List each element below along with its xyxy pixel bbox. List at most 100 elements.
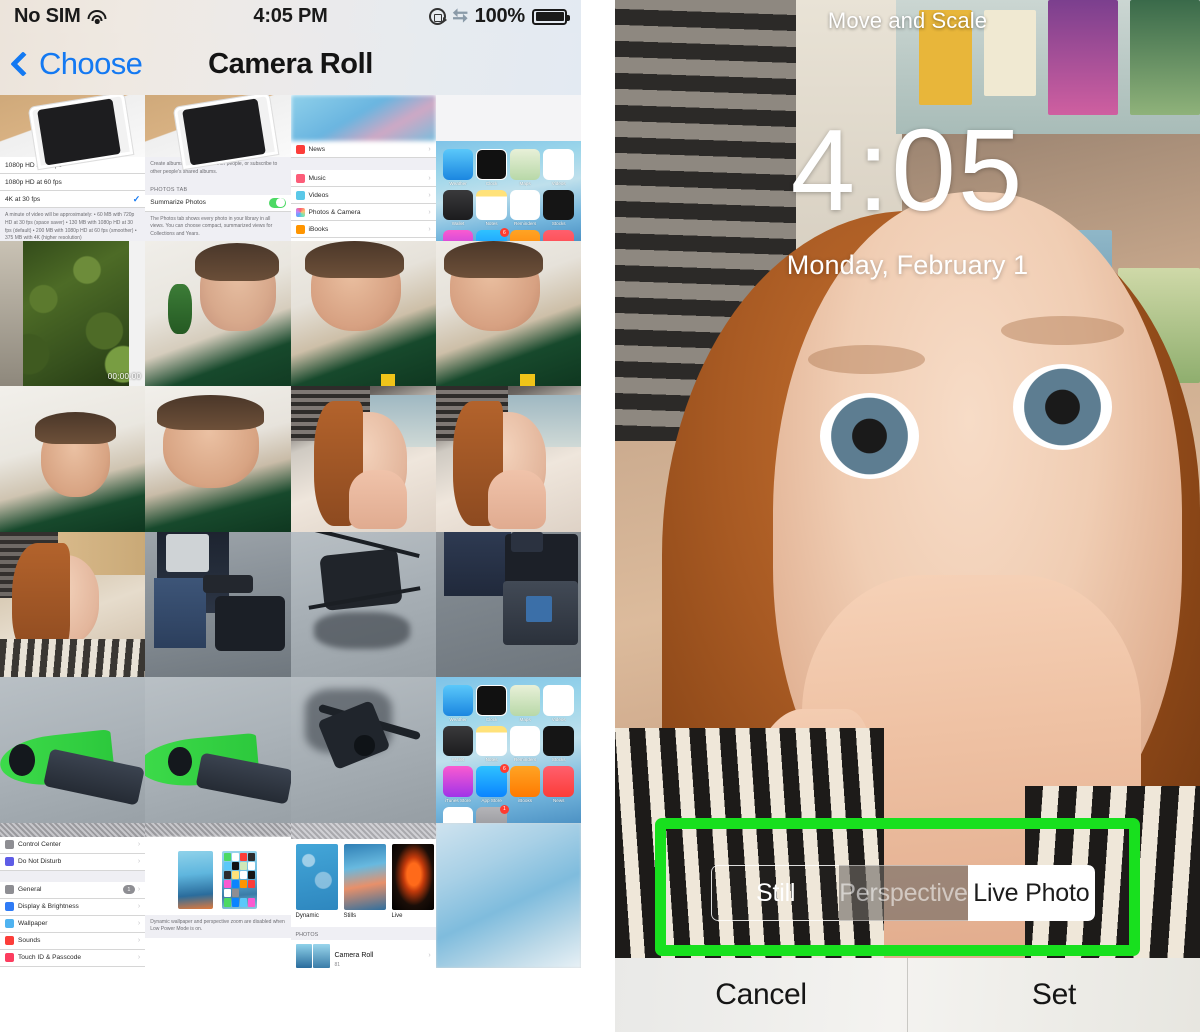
lock-screen-clock: 4:05 Monday, February 1 [615, 112, 1200, 281]
status-bar-left: No SIM [14, 5, 107, 28]
list-item: Photos & Camera › [290, 204, 436, 221]
grid-cell-girl-2[interactable] [435, 386, 581, 532]
segment-still[interactable]: Still [711, 865, 840, 921]
phone-in-hand [511, 531, 544, 552]
ibooks-icon [295, 224, 305, 234]
app-icon-itunes-store: iTunes Store [442, 230, 474, 241]
row-label: General [18, 886, 42, 893]
album-thumb [295, 943, 330, 968]
grid-cell-propeller-2[interactable] [145, 677, 291, 823]
note-text: The Photos tab shows every photo in your… [145, 211, 291, 241]
striped-top [0, 639, 146, 677]
grid-cell-drone-2[interactable] [290, 677, 436, 823]
grid-cell-selfie-2[interactable] [290, 240, 436, 386]
app-icon-stocks: Stocks [543, 189, 574, 226]
grid-cell-girl-1[interactable] [290, 386, 436, 532]
thumb [391, 843, 434, 910]
grid-cell-wallpaper-preview[interactable]: Dynamic wallpaper and perspective zoom a… [145, 822, 291, 968]
grid-cell-settings-list[interactable]: News › Music › Videos › Photos & Camera [290, 95, 436, 241]
section-header: PHOTOS [290, 926, 436, 940]
back-button[interactable]: Choose [10, 46, 143, 82]
news-icon [295, 144, 305, 154]
grid-cell-propeller-1[interactable] [0, 677, 146, 823]
grid-cell-video-garden[interactable]: 00:00:00 [0, 240, 146, 386]
video-duration-badge: 00:00:00 [107, 372, 142, 381]
row-label: Music [308, 174, 326, 182]
album-row[interactable]: Camera Roll 81 › [295, 940, 431, 969]
list-item: 1080p HD at 60 fps [0, 174, 146, 191]
general-icon [5, 885, 14, 894]
chevron-right-icon: › [137, 903, 141, 910]
action-button-bar: Cancel Set [615, 958, 1200, 1032]
battery-full-icon [532, 8, 570, 25]
chevron-right-icon: › [428, 191, 431, 199]
wallpaper-category-live[interactable]: Live [391, 843, 434, 919]
app-grid: Weather Clock Maps Videos Wallet Notes R… [436, 141, 581, 241]
grid-cell-settings-main[interactable]: Control Center › Do Not Disturb › Genera… [0, 822, 146, 968]
grid-cell-photos-settings[interactable]: Create albums to share with other people… [145, 95, 291, 241]
move-and-scale-title: Move and Scale [827, 8, 988, 33]
grid-cell-selfie-5[interactable] [145, 386, 291, 532]
hair [156, 394, 265, 430]
list-item: Display & Brightness › [0, 898, 146, 916]
app-icon-app-store: 6App Store [476, 764, 509, 803]
list-item: Videos › [290, 187, 436, 204]
wallpaper-category-dynamic[interactable]: Dynamic [295, 843, 338, 919]
controller-screen [525, 595, 552, 622]
grid-cell-home-screen[interactable]: Weather Clock Maps Videos Wallet Notes R… [435, 95, 581, 241]
person-jeans [444, 531, 512, 596]
wallpaper-category-stills[interactable]: Stills [343, 843, 386, 919]
wallpaper-preview-area[interactable]: Move and Scale 4:05 Monday, February 1 [615, 0, 1200, 958]
app-icon-notes: Notes [476, 189, 507, 226]
grid-cell-bike[interactable] [145, 531, 291, 677]
app-icon-stocks: Stocks [543, 725, 574, 762]
cancel-button[interactable]: Cancel [615, 958, 907, 1032]
photo-grid[interactable]: 1080p HD at 30 fps 1080p HD at 60 fps 4K… [0, 95, 581, 1032]
wallpaper-icon [5, 919, 14, 928]
chevron-right-icon: › [428, 174, 431, 182]
shirt-logo [519, 374, 535, 386]
app-icon-wallet: Wallet [442, 725, 474, 762]
music-icon [295, 173, 305, 183]
set-button[interactable]: Set [907, 958, 1200, 1032]
badge: 6 [499, 228, 509, 238]
app-icon-wallet: Wallet [442, 189, 474, 226]
hand [488, 470, 547, 529]
thumb [295, 843, 338, 910]
checkmark-icon: ✓ [132, 193, 141, 204]
app-icon-news: News [543, 766, 574, 803]
grid-cell-drone-1[interactable] [290, 531, 436, 677]
grid-cell-girl-3[interactable] [0, 531, 146, 677]
segment-live-photo[interactable]: Live Photo [967, 865, 1095, 921]
grid-cell-blur-wallpaper[interactable] [435, 822, 581, 968]
grid-cell-selfie-1[interactable] [145, 240, 291, 386]
grid-cell-home-screen-2[interactable]: Weather Clock Maps Videos Wallet Notes R… [435, 677, 581, 823]
row-label: 4K at 30 fps [5, 195, 41, 203]
wallpaper-type-segmented-control[interactable]: Still Perspective Live Photo [711, 865, 1095, 921]
status-bar: No SIM 4:05 PM ⮀ 100% [0, 0, 581, 33]
thumb [343, 843, 386, 910]
app-icon-videos: Videos [543, 149, 574, 186]
photo-content [435, 822, 581, 968]
grid-cell-video-settings[interactable]: 1080p HD at 30 fps 1080p HD at 60 fps 4K… [0, 95, 146, 241]
home-screen-preview: Weather Clock Maps Videos Wallet Notes R… [435, 677, 581, 823]
display-brightness-icon [5, 902, 14, 911]
list-item: Control Center › [0, 836, 146, 854]
photo-edge-right [129, 240, 146, 386]
wallpaper-categories: Dynamic Stills Live [295, 843, 434, 919]
motor-hub [168, 746, 192, 776]
label: Dynamic [295, 912, 319, 919]
list-item: Music › [290, 170, 436, 187]
grid-cell-wallpaper-chooser[interactable]: Dynamic Stills Live PHOTOS Camera Roll 8… [290, 822, 436, 969]
grid-cell-selfie-3[interactable] [435, 240, 581, 386]
label: Live [391, 912, 403, 919]
girl-eye-left [819, 392, 920, 479]
footnote: Dynamic wallpaper and perspective zoom a… [145, 914, 291, 938]
app-icon-videos: Videos [543, 685, 574, 722]
grid-cell-drone-case[interactable] [435, 531, 581, 677]
girl-top [615, 728, 885, 958]
spacer [0, 870, 146, 882]
grid-cell-selfie-4[interactable] [0, 386, 146, 532]
app-icon-reminders: Reminders [509, 189, 541, 226]
hair [194, 243, 279, 282]
